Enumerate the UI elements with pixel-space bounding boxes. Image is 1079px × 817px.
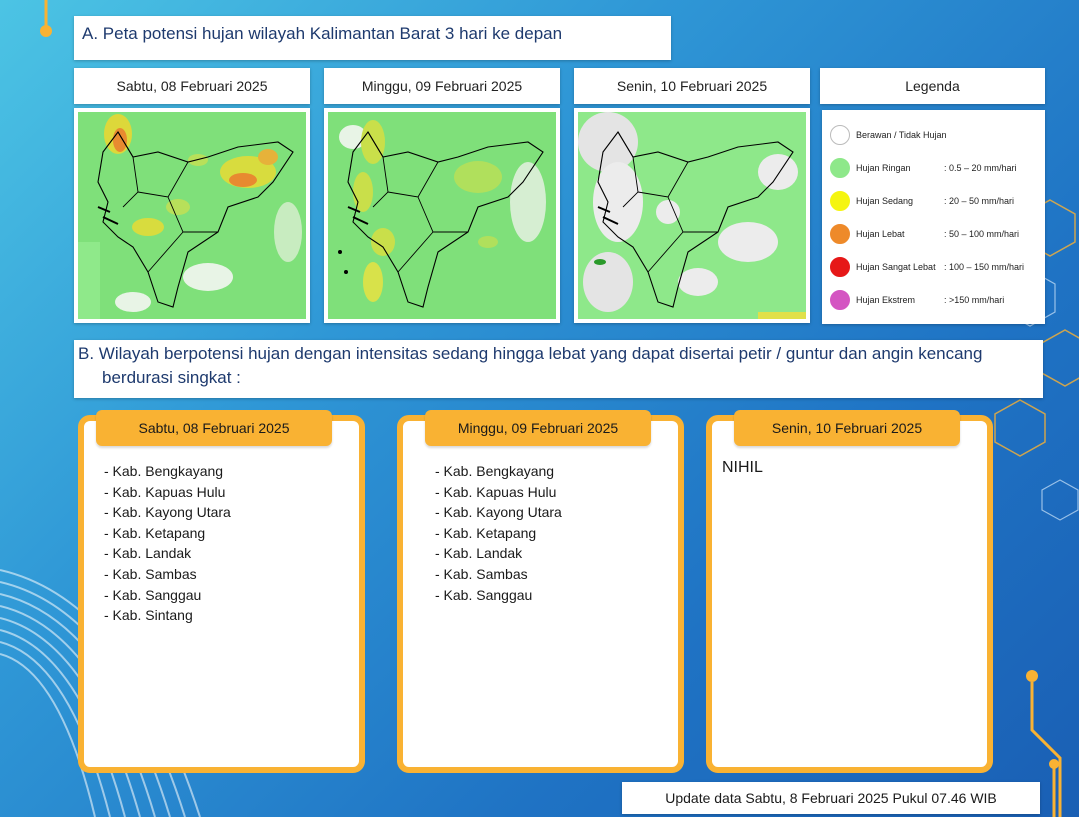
legend-item-light-rain: Hujan Ringan : 0.5 – 20 mm/hari xyxy=(830,151,1037,184)
map-2-date-header: Minggu, 09 Februari 2025 xyxy=(324,68,560,104)
map-3-date-header: Senin, 10 Februari 2025 xyxy=(574,68,810,104)
list-item: - Kab. Kayong Utara xyxy=(435,504,562,521)
list-item: - Kab. Sambas xyxy=(435,565,528,582)
circuit-decoration-top-left xyxy=(40,0,52,37)
list-item: - Kab. Landak xyxy=(435,545,523,562)
section-b-title-box: B. Wilayah berpotensi hujan dengan inten… xyxy=(74,340,1043,398)
section-a-title: A. Peta potensi hujan wilayah Kalimantan… xyxy=(82,24,563,43)
section-b-title-line-2: berdurasi singkat : xyxy=(102,368,241,387)
card-day-2-date-tab: Minggu, 09 Februari 2025 xyxy=(425,410,651,446)
rain-map-day-3 xyxy=(574,108,810,323)
legend-swatch xyxy=(830,289,850,310)
list-item: - Kab. Sintang xyxy=(104,607,193,624)
section-b-title-line-1: B. Wilayah berpotensi hujan dengan inten… xyxy=(78,344,983,363)
update-info-box: Update data Sabtu, 8 Februari 2025 Pukul… xyxy=(622,782,1040,814)
legend-header: Legenda xyxy=(820,68,1045,104)
list-item: - Kab. Bengkayang xyxy=(435,463,555,479)
region-list-day-1: - Kab. Bengkayang - Kab. Kapuas Hulu - K… xyxy=(104,461,231,626)
list-item: - Kab. Kayong Utara xyxy=(104,504,231,521)
legend-item-heavy-rain: Hujan Lebat : 50 – 100 mm/hari xyxy=(830,217,1037,250)
legend-swatch xyxy=(830,124,850,145)
map-1-date-header: Sabtu, 08 Februari 2025 xyxy=(74,68,310,104)
list-item: - Kab. Landak xyxy=(104,545,192,562)
list-item: - Kab. Sanggau xyxy=(104,586,202,603)
region-list-day-2: - Kab. Bengkayang - Kab. Kapuas Hulu - K… xyxy=(435,461,562,605)
legend-item-moderate-rain: Hujan Sedang : 20 – 50 mm/hari xyxy=(830,184,1037,217)
list-item: - Kab. Ketapang xyxy=(435,524,537,541)
legend-item-range: : >150 mm/hari xyxy=(944,294,1005,305)
legend-item-cloudy: Berawan / Tidak Hujan xyxy=(830,118,1037,151)
legend-item-name: Berawan / Tidak Hujan xyxy=(856,129,947,140)
rain-map-day-1-image xyxy=(78,112,306,319)
list-item: - Kab. Sambas xyxy=(104,565,197,582)
legend-swatch xyxy=(830,223,850,244)
legend-item-name: Hujan Ekstrem xyxy=(856,294,916,305)
list-item: - Kab. Sanggau xyxy=(435,586,533,603)
legend-item-range: : 50 – 100 mm/hari xyxy=(944,228,1020,239)
legend-item-name: Hujan Sedang xyxy=(856,195,914,206)
list-item: - Kab. Kapuas Hulu xyxy=(435,483,557,500)
legend-item-range: : 100 – 150 mm/hari xyxy=(944,261,1025,272)
list-item: - Kab. Kapuas Hulu xyxy=(104,483,226,500)
list-item: - Kab. Ketapang xyxy=(104,524,206,541)
legend-item-name: Hujan Sangat Lebat xyxy=(856,261,936,272)
legend-swatch xyxy=(830,190,850,211)
legend-swatch xyxy=(830,157,850,178)
rain-map-day-2 xyxy=(324,108,560,323)
legend-swatch xyxy=(830,256,850,277)
legend-item-very-heavy-rain: Hujan Sangat Lebat : 100 – 150 mm/hari xyxy=(830,250,1037,283)
nihil-text: NIHIL xyxy=(722,459,763,476)
forecast-card-day-3: NIHIL xyxy=(706,415,993,773)
legend-item-extreme-rain: Hujan Ekstrem : >150 mm/hari xyxy=(830,283,1037,316)
legend-item-range: : 0.5 – 20 mm/hari xyxy=(944,162,1017,173)
card-day-1-date-tab: Sabtu, 08 Februari 2025 xyxy=(96,410,332,446)
legend-item-name: Hujan Lebat xyxy=(856,228,905,239)
rain-map-day-2-image xyxy=(328,112,556,319)
rain-map-day-3-image xyxy=(578,112,806,319)
legend-item-name: Hujan Ringan xyxy=(856,162,911,173)
list-item: - Kab. Bengkayang xyxy=(104,463,224,479)
section-a-title-box: A. Peta potensi hujan wilayah Kalimantan… xyxy=(74,16,671,60)
rain-map-day-1 xyxy=(74,108,310,323)
forecast-card-day-2: - Kab. Bengkayang - Kab. Kapuas Hulu - K… xyxy=(397,415,684,773)
legend-panel: Berawan / Tidak Hujan Hujan Ringan : 0.5… xyxy=(822,110,1045,324)
legend-item-range: : 20 – 50 mm/hari xyxy=(944,195,1015,206)
card-day-3-date-tab: Senin, 10 Februari 2025 xyxy=(734,410,960,446)
forecast-card-day-1: - Kab. Bengkayang - Kab. Kapuas Hulu - K… xyxy=(78,415,365,773)
